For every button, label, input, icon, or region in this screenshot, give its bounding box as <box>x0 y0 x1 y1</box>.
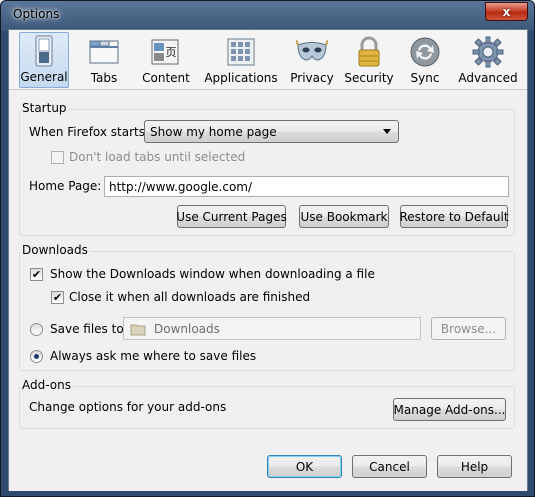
save-folder-field[interactable]: Downloads <box>123 317 421 340</box>
manage-addons-button[interactable]: Manage Add-ons... <box>393 398 506 421</box>
tab-general[interactable]: General <box>19 32 69 88</box>
tab-security[interactable]: Security <box>344 32 394 88</box>
save-files-label: Save files to <box>50 322 124 336</box>
use-current-pages-button[interactable]: Use Current Pages <box>176 205 287 228</box>
tab-label: Privacy <box>290 71 334 85</box>
startup-caption: Startup <box>20 101 69 115</box>
always-ask-label: Always ask me where to save files <box>50 349 257 363</box>
close-it-label: Close it when all downloads are finished <box>69 290 311 304</box>
downloads-group: Downloads ✔ Show the Downloads window wh… <box>19 243 515 371</box>
title-bar[interactable]: Options x <box>1 1 534 31</box>
options-window: Options x General Tabs 页 Content Applica… <box>0 0 535 497</box>
svg-text:页: 页 <box>166 46 177 59</box>
checkmark-icon: ✔ <box>31 268 42 281</box>
button-label: Restore to Default <box>399 209 509 224</box>
tab-label: Tabs <box>90 71 118 85</box>
sync-icon <box>410 37 440 67</box>
button-label: Cancel <box>369 459 410 474</box>
tab-label: Security <box>344 71 394 85</box>
downloads-caption: Downloads <box>20 243 90 257</box>
when-starts-dropdown[interactable]: Show my home page <box>144 120 399 143</box>
tabs-icon <box>89 40 119 64</box>
tab-applications[interactable]: Applications <box>203 32 279 88</box>
button-label: Use Bookmark <box>300 209 388 224</box>
mask-icon <box>296 39 328 61</box>
gear-icon <box>472 36 504 68</box>
when-starts-value: Show my home page <box>150 124 277 139</box>
button-label: Help <box>460 459 489 474</box>
save-files-radio[interactable] <box>30 323 43 336</box>
pane-toolbar: General Tabs 页 Content Applications Priv… <box>9 30 527 90</box>
padlock-icon <box>358 36 380 67</box>
dont-load-tabs-checkbox[interactable] <box>51 151 64 164</box>
content-icon: 页 <box>151 39 179 65</box>
applications-icon <box>227 38 255 66</box>
button-label: Manage Add-ons... <box>393 402 506 417</box>
button-label: OK <box>295 459 314 474</box>
tab-privacy[interactable]: Privacy <box>289 32 335 88</box>
tab-label: Applications <box>204 71 278 85</box>
close-it-checkbox[interactable]: ✔ <box>51 291 64 304</box>
save-folder-value: Downloads <box>154 321 220 336</box>
dont-load-tabs-label: Don't load tabs until selected <box>69 150 246 164</box>
use-bookmark-button[interactable]: Use Bookmark <box>299 205 389 228</box>
cancel-button[interactable]: Cancel <box>352 455 427 478</box>
chevron-down-icon <box>383 129 391 134</box>
when-starts-label: When Firefox starts: <box>29 125 150 139</box>
home-page-input[interactable]: http://www.google.com/ <box>104 176 509 197</box>
tab-sync[interactable]: Sync <box>405 32 445 88</box>
tab-advanced[interactable]: Advanced <box>455 32 521 88</box>
tab-label: General <box>20 70 68 84</box>
window-title: Options <box>13 7 60 21</box>
switch-icon <box>35 35 53 67</box>
tab-label: Sync <box>410 71 440 85</box>
startup-group: Startup When Firefox starts: Show my hom… <box>19 101 515 236</box>
show-downloads-checkbox[interactable]: ✔ <box>30 268 43 281</box>
help-button[interactable]: Help <box>437 455 512 478</box>
tab-content[interactable]: 页 Content <box>140 32 192 88</box>
close-icon: x <box>502 4 511 19</box>
addons-caption: Add-ons <box>20 378 73 392</box>
ok-button[interactable]: OK <box>267 455 342 478</box>
addons-group: Add-ons Change options for your add-ons … <box>19 378 515 429</box>
home-page-value: http://www.google.com/ <box>109 179 253 194</box>
folder-icon <box>130 324 146 335</box>
general-pane: Startup When Firefox starts: Show my hom… <box>9 91 527 491</box>
addons-description: Change options for your add-ons <box>29 400 227 414</box>
home-page-label: Home Page: <box>29 179 102 193</box>
tab-label: Content <box>142 71 190 85</box>
tab-label: Advanced <box>458 71 518 85</box>
button-label: Use Current Pages <box>176 209 287 224</box>
tab-tabs[interactable]: Tabs <box>82 32 126 88</box>
always-ask-radio[interactable] <box>30 350 43 363</box>
button-label: Browse... <box>440 321 497 336</box>
close-button[interactable]: x <box>485 2 528 21</box>
browse-button[interactable]: Browse... <box>431 317 506 340</box>
restore-default-button[interactable]: Restore to Default <box>399 205 509 228</box>
show-downloads-label: Show the Downloads window when downloadi… <box>50 267 375 281</box>
dialog-client: General Tabs 页 Content Applications Priv… <box>8 29 528 491</box>
checkmark-icon: ✔ <box>52 291 63 304</box>
